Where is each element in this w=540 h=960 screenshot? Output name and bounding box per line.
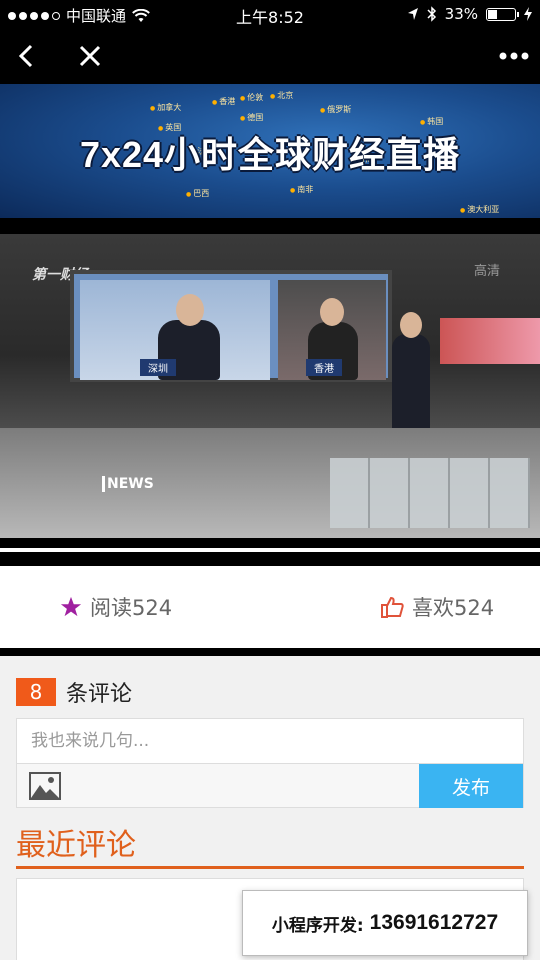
recent-comments-underline xyxy=(16,866,524,869)
location-tag-left: 深圳 xyxy=(140,359,176,376)
battery-percent: 33% xyxy=(444,5,478,23)
studio-video-wall: 深圳 香港 xyxy=(70,270,392,382)
comment-toolbar: 发布 xyxy=(16,764,524,808)
map-city-label: 巴西 xyxy=(186,188,209,199)
more-icon xyxy=(499,52,529,60)
promo-phone: 13691612727 xyxy=(369,911,499,934)
comment-count-badge: 8 xyxy=(16,678,56,706)
floor-tiles xyxy=(330,458,530,528)
promo-overlay[interactable]: 小程序开发: 13691612727 xyxy=(242,890,528,956)
comment-count-label: 条评论 xyxy=(66,682,133,707)
thumbs-up-icon xyxy=(381,596,404,618)
more-button[interactable] xyxy=(496,38,532,74)
like-button[interactable]: 喜欢524 xyxy=(380,592,494,622)
banner-title: 7x24小时全球财经直播 xyxy=(79,134,461,175)
close-button[interactable] xyxy=(72,38,108,74)
map-city-label: 德国 xyxy=(240,112,263,123)
battery-icon xyxy=(486,7,519,21)
nav-bar xyxy=(0,30,540,80)
back-icon xyxy=(18,44,33,68)
image-icon xyxy=(29,772,61,800)
map-city-label: 香港 xyxy=(212,96,235,107)
map-city-label: 澳大利亚 xyxy=(460,204,499,215)
close-icon xyxy=(79,45,101,67)
news-badge: NEWS xyxy=(102,476,154,492)
star-icon xyxy=(60,596,82,617)
map-city-label: 俄罗斯 xyxy=(320,104,351,115)
comment-input[interactable] xyxy=(16,718,524,764)
video-player[interactable]: 第一财经 高清 深圳 香港 NEWS xyxy=(0,234,540,538)
map-city-label: 南非 xyxy=(290,184,313,195)
article-stats: 阅读524 喜欢524 xyxy=(0,566,540,648)
live-banner: 加拿大英国法国德国俄罗斯韩国巴西南非澳大利亚香港伦敦北京台湾 7x24小时全球财… xyxy=(0,84,540,218)
status-bar: 中国联通 上午8:52 33% xyxy=(0,0,540,30)
divider-strip xyxy=(0,548,540,552)
divider xyxy=(0,648,540,656)
location-tag-right: 香港 xyxy=(306,359,342,376)
promo-label: 小程序开发: xyxy=(271,915,364,936)
status-right: 33% xyxy=(407,5,532,23)
add-image-button[interactable] xyxy=(29,772,61,800)
recent-comments-title: 最近评论 xyxy=(16,828,136,863)
read-count: 阅读524 xyxy=(60,592,172,622)
charging-icon xyxy=(524,7,532,21)
hd-label: 高清 xyxy=(473,264,500,279)
location-icon xyxy=(407,8,418,20)
map-city-label: 伦敦 xyxy=(240,92,263,103)
side-screen xyxy=(440,318,540,364)
map-city-label: 北京 xyxy=(270,90,293,101)
bluetooth-icon xyxy=(427,6,436,22)
battery-fill xyxy=(488,9,497,19)
divider xyxy=(0,218,540,234)
back-button[interactable] xyxy=(8,38,44,74)
anchor-panel-left: 深圳 xyxy=(80,280,270,380)
anchor-panel-right: 香港 xyxy=(278,280,386,380)
read-count-label: 阅读524 xyxy=(90,596,173,620)
divider xyxy=(0,538,540,556)
publish-button[interactable]: 发布 xyxy=(419,764,523,808)
map-city-label: 加拿大 xyxy=(150,102,181,113)
comment-count-row: 8 条评论 xyxy=(16,676,132,708)
like-count-label: 喜欢524 xyxy=(412,596,495,620)
